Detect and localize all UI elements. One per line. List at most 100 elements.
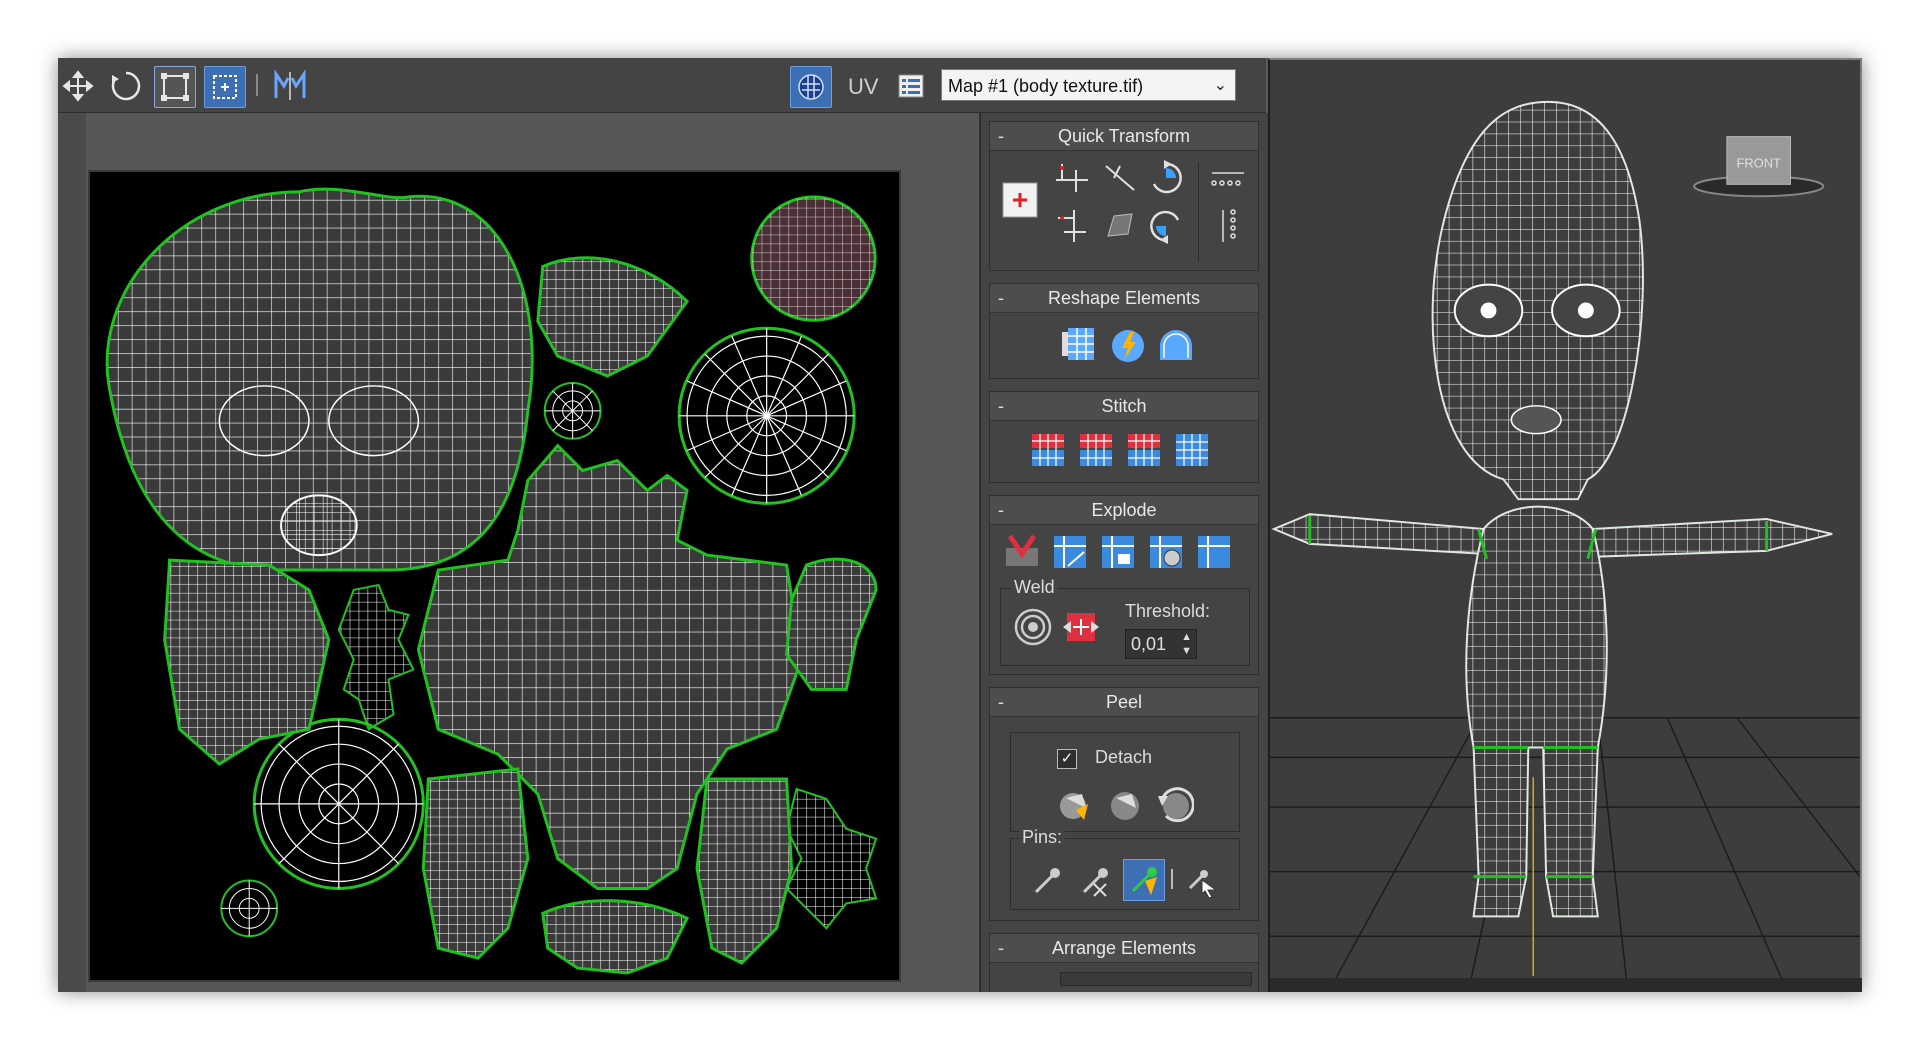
uv-channel-label[interactable]: UV	[848, 74, 879, 100]
rotate-cw-icon	[1152, 160, 1182, 194]
flatten-by-smoothing-group-button[interactable]	[1098, 532, 1138, 572]
uv-island-disc-bottom[interactable]	[252, 717, 425, 890]
break-button[interactable]	[1002, 532, 1042, 572]
uv-island-arm-right[interactable]	[785, 557, 878, 691]
align-horizontal-button[interactable]	[1052, 158, 1092, 198]
pin-icon	[1034, 868, 1060, 894]
rollout-reshape-elements: - Reshape Elements	[989, 283, 1259, 379]
uv-editor-area	[58, 113, 979, 992]
uv-island-leg-left[interactable]	[421, 767, 530, 960]
uv-island-hand-right[interactable]	[785, 787, 878, 930]
align-line-button[interactable]	[1100, 158, 1140, 198]
flatten-by-material-id-button[interactable]	[1146, 532, 1186, 572]
pin-selected-button[interactable]	[1027, 861, 1067, 901]
spinner-arrows-icon[interactable]: ▲ ▼	[1181, 630, 1192, 658]
move-tool-button[interactable]	[58, 66, 98, 106]
relax-button[interactable]	[1108, 324, 1148, 364]
align-vertical-button[interactable]	[1052, 206, 1092, 246]
rollout-title: Peel	[1105, 692, 1143, 712]
rollout-header-explode[interactable]: - Explode	[990, 496, 1258, 525]
uv-island-head[interactable]	[105, 187, 534, 572]
uv-island-disc-top[interactable]	[750, 195, 877, 322]
uv-island-disc-small[interactable]	[543, 381, 602, 440]
stretch-button[interactable]	[1156, 324, 1196, 364]
uv-canvas[interactable]	[88, 170, 901, 982]
stitch-average-button[interactable]	[1076, 430, 1116, 470]
uv-island-foot[interactable]	[541, 899, 690, 975]
break-icon	[1006, 534, 1038, 566]
rollout-header-stitch[interactable]: - Stitch	[990, 392, 1258, 421]
uv-island-hand-left[interactable]	[337, 583, 415, 731]
unwrap-command-panel: - Quick Transform - Reshape Elements - S…	[979, 113, 1268, 992]
rollout-title: Quick Transform	[1057, 126, 1191, 146]
uv-island-disc-tiny[interactable]	[220, 879, 279, 938]
collapse-toggle[interactable]: -	[998, 392, 1004, 420]
arrange-field[interactable]	[1060, 972, 1252, 986]
uv-islands-drawing[interactable]	[90, 172, 899, 980]
weld-all-icon	[1063, 613, 1099, 641]
weld-selected-button[interactable]	[1013, 607, 1053, 647]
detach-checkbox[interactable]: ✓	[1057, 749, 1077, 769]
collapse-toggle[interactable]: -	[998, 934, 1004, 962]
unpin-selected-button[interactable]	[1075, 861, 1115, 901]
weld-all-selected-button[interactable]	[1061, 607, 1101, 647]
texture-list-button[interactable]	[894, 66, 928, 106]
collapse-toggle[interactable]: -	[998, 284, 1004, 312]
scale-icon	[161, 73, 189, 101]
rollout-header-arrange[interactable]: - Arrange Elements	[990, 934, 1258, 963]
space-horizontal-button[interactable]	[1208, 158, 1248, 198]
rotate-cw-button[interactable]	[1146, 158, 1186, 198]
viewcube[interactable]: FRONT	[1693, 136, 1825, 198]
peel-mode-button[interactable]	[1105, 785, 1145, 825]
quick-peel-icon	[1060, 793, 1088, 820]
flatten-by-polygon-angle-button[interactable]	[1050, 532, 1090, 572]
rotate-icon	[111, 71, 141, 101]
stitch-to-target-button[interactable]	[1124, 430, 1164, 470]
stitch-custom-button[interactable]	[1172, 430, 1212, 470]
rollout-header-reshape[interactable]: - Reshape Elements	[990, 284, 1258, 313]
texture-map-dropdown[interactable]: Map #1 (body texture.tif) ⌄	[941, 69, 1236, 101]
mirror-tool-button[interactable]	[270, 66, 310, 106]
character-mesh[interactable]	[1271, 100, 1833, 918]
threshold-spinner[interactable]: 0,01 ▲ ▼	[1125, 629, 1197, 659]
weld-target-icon	[1014, 608, 1052, 646]
threshold-value[interactable]: 0,01	[1131, 634, 1166, 654]
rotate-tool-button[interactable]	[106, 66, 146, 106]
quick-peel-button[interactable]	[1055, 785, 1095, 825]
rollout-header-peel[interactable]: - Peel	[990, 688, 1258, 717]
uv-island-ear[interactable]	[536, 256, 690, 378]
rollout-quick-transform: - Quick Transform	[989, 121, 1259, 271]
rollout-title: Explode	[1091, 500, 1157, 520]
select-pins-button[interactable]	[1181, 861, 1221, 901]
collapse-toggle[interactable]: -	[998, 122, 1004, 150]
mirror-icon	[274, 70, 306, 100]
freeform-tool-button[interactable]	[204, 66, 246, 108]
rollout-header-quick-transform[interactable]: - Quick Transform	[990, 122, 1258, 151]
uv-island-disc-right[interactable]	[677, 326, 856, 505]
collapse-toggle[interactable]: -	[998, 496, 1004, 524]
straighten-button[interactable]	[1100, 206, 1140, 246]
uv-island-leg-right[interactable]	[695, 777, 794, 965]
stitch-target-icon	[1128, 434, 1160, 466]
collapse-toggle[interactable]: -	[998, 688, 1004, 716]
set-pivot-button[interactable]	[1000, 180, 1040, 220]
flatten-angle-icon	[1054, 536, 1086, 568]
straighten-icon	[1107, 213, 1133, 237]
stitch-to-source-button[interactable]	[1028, 430, 1068, 470]
checker-map-icon	[798, 74, 824, 100]
space-vertical-button[interactable]	[1208, 206, 1248, 246]
flatten-material-icon	[1150, 536, 1182, 568]
stitch-custom-icon	[1176, 434, 1208, 466]
viewport-3d[interactable]: FRONT	[1268, 58, 1862, 992]
flatten-button[interactable]	[1194, 532, 1234, 572]
reset-peel-button[interactable]	[1155, 785, 1195, 825]
viewcube-label[interactable]: FRONT	[1736, 155, 1781, 170]
rotate-ccw-button[interactable]	[1146, 206, 1186, 246]
straighten-selection-button[interactable]	[1060, 324, 1100, 364]
auto-pin-moved-button[interactable]	[1123, 859, 1165, 901]
viewport-scene[interactable]: FRONT	[1270, 60, 1860, 992]
select-pins-icon	[1188, 870, 1218, 898]
align-vertical-icon	[1058, 210, 1086, 242]
scale-tool-button[interactable]	[154, 66, 196, 108]
checker-map-button[interactable]	[790, 66, 832, 108]
